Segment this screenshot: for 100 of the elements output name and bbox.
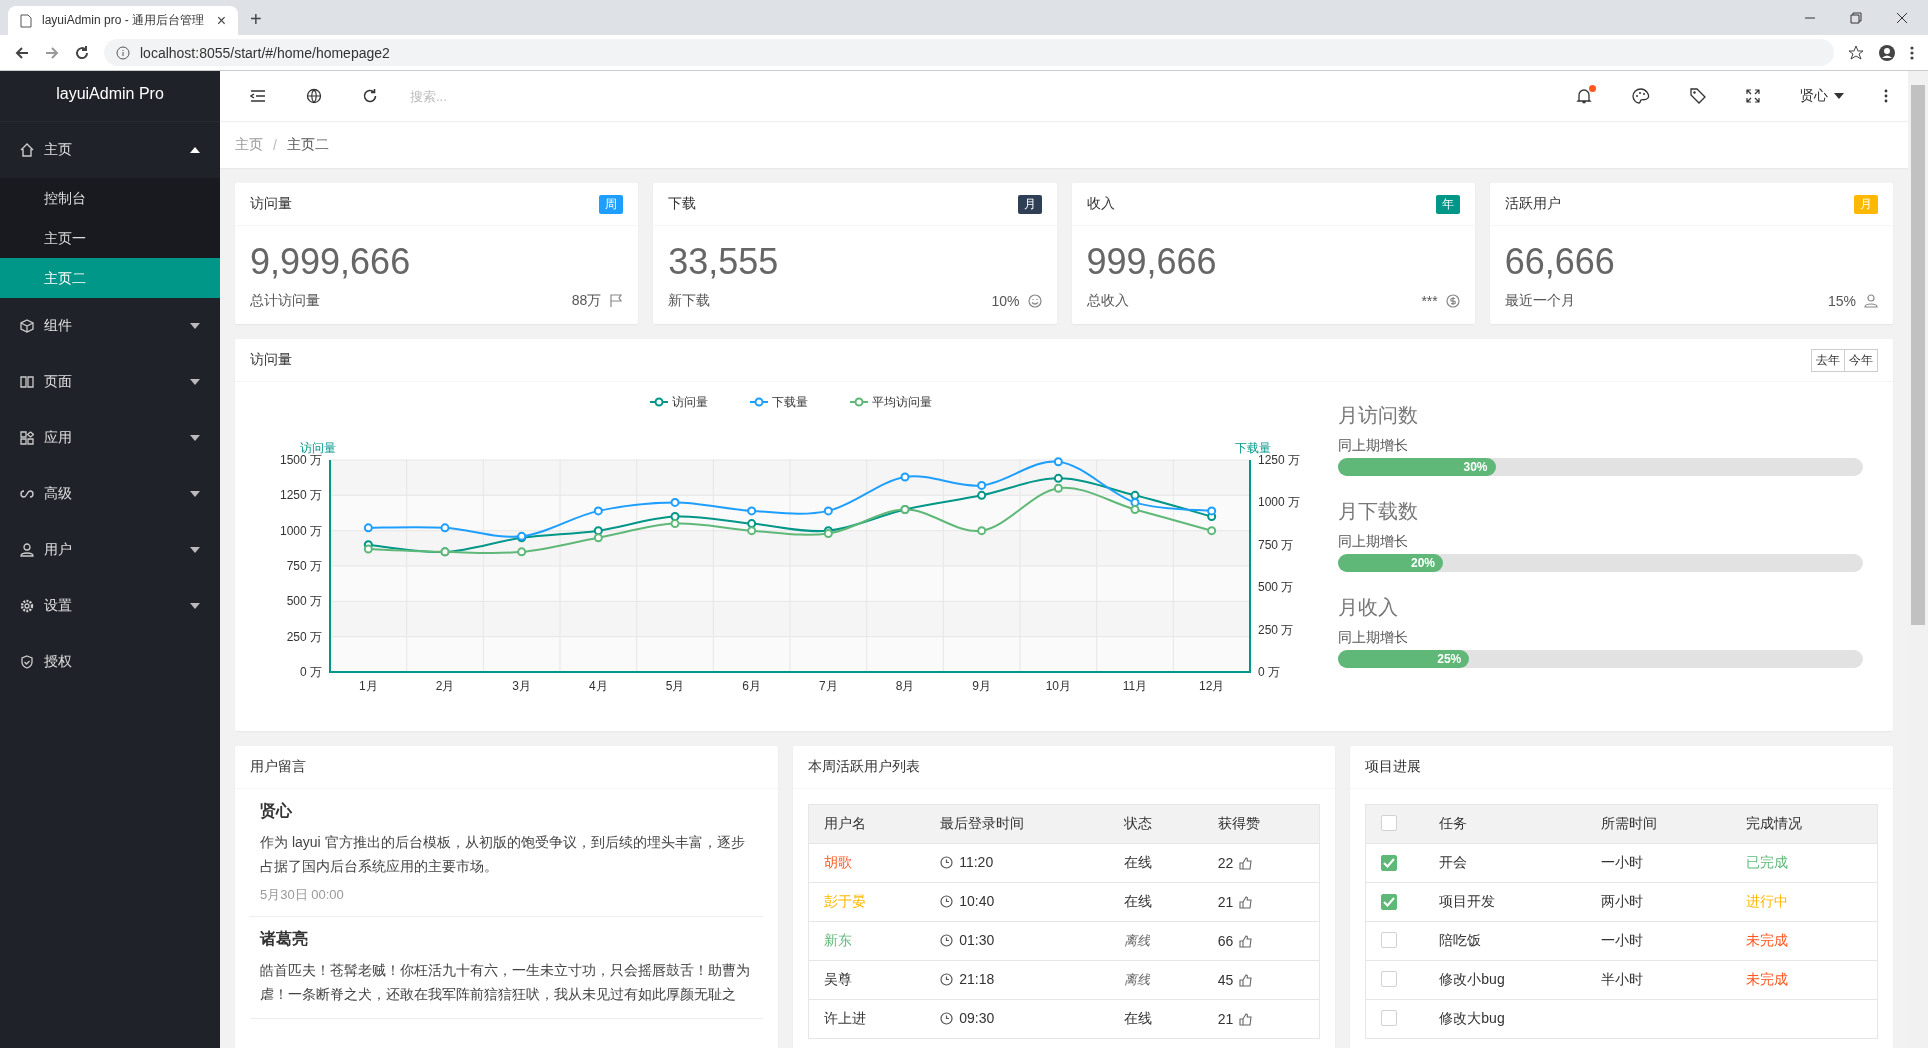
data-point xyxy=(363,544,373,554)
new-tab-button[interactable]: + xyxy=(250,8,262,31)
card-title: 活跃用户 xyxy=(1504,195,1561,213)
period-badge: 月 xyxy=(1017,194,1042,214)
account-icon[interactable] xyxy=(1878,43,1896,62)
year-button[interactable]: 今年 xyxy=(1844,348,1878,372)
user-status: 离线 xyxy=(1109,921,1203,961)
caret-icon xyxy=(1834,93,1844,99)
back-icon[interactable] xyxy=(14,44,30,61)
sidebar-item[interactable]: 用户 xyxy=(0,522,220,578)
sidebar-item[interactable]: 授权 xyxy=(0,634,220,690)
sidebar-item[interactable]: 应用 xyxy=(0,410,220,466)
row-checkbox[interactable] xyxy=(1381,855,1398,871)
task-duration: 半小时 xyxy=(1600,971,1643,987)
axis-tick-label: 1250 万 xyxy=(1258,453,1301,467)
refresh-icon[interactable] xyxy=(362,88,378,104)
user-menu[interactable]: 贤心 xyxy=(1800,87,1844,105)
user-name: 新东 xyxy=(808,921,926,961)
info-icon xyxy=(116,45,130,60)
period-badge: 周 xyxy=(599,194,624,214)
stat-caption: 新下载 xyxy=(668,292,711,310)
user-status: 在线 xyxy=(1109,843,1203,883)
task-status: 未完成 xyxy=(1746,932,1789,948)
axis-tick-label: 250 万 xyxy=(286,629,322,644)
breadcrumb-link[interactable]: 主页二 xyxy=(286,136,329,154)
page-icon xyxy=(20,13,32,28)
axis-tick-label: 500 万 xyxy=(286,594,322,609)
sidebar-item[interactable]: 页面 xyxy=(0,354,220,410)
task-status: 已完成 xyxy=(1746,854,1789,870)
sidebar-item[interactable]: 主页 xyxy=(0,122,220,178)
column-header: 用户名 xyxy=(808,804,926,844)
submenu-item[interactable]: 主页二 xyxy=(0,258,220,298)
close-icon[interactable] xyxy=(1896,11,1908,24)
message-text: 作为 layui 官方推出的后台模板，从初版的饱受争议，到后续的埋头丰富，逐步占据了国内后台系统应用的主要市场。 xyxy=(260,833,746,876)
axis-tick-label: 0 万 xyxy=(1258,665,1280,679)
sidebar-item[interactable]: 设置 xyxy=(0,578,220,634)
column-header: 状态 xyxy=(1109,804,1203,844)
more-icon[interactable] xyxy=(1910,44,1914,61)
fullscreen-icon[interactable] xyxy=(1746,89,1760,103)
clock-icon xyxy=(940,933,954,947)
user-status: 在线 xyxy=(1109,882,1203,922)
task-duration: 一小时 xyxy=(1600,854,1643,870)
select-all-checkbox[interactable] xyxy=(1381,814,1398,831)
task-status: 进行中 xyxy=(1746,893,1789,909)
scrollbar[interactable] xyxy=(1908,71,1928,1048)
sidebar-item[interactable]: 组件 xyxy=(0,298,220,354)
user-name: 吴尊 xyxy=(808,960,926,1000)
clock-icon xyxy=(940,1011,954,1025)
tag-icon[interactable] xyxy=(1690,88,1706,104)
globe-icon[interactable] xyxy=(306,88,322,104)
legend-item[interactable]: 下载量 xyxy=(749,395,808,409)
stat-value: 999,666 xyxy=(1086,240,1218,284)
legend-item[interactable]: 访问量 xyxy=(649,395,708,409)
task-name: 修改小bug xyxy=(1424,960,1586,1000)
year-button[interactable]: 去年 xyxy=(1811,348,1845,372)
row-checkbox[interactable] xyxy=(1381,931,1398,948)
browser-tab[interactable]: layuiAdmin pro - 通用后台管理 × xyxy=(8,6,238,35)
caret-icon xyxy=(190,379,200,385)
data-point xyxy=(517,547,527,557)
reload-icon[interactable] xyxy=(74,44,90,61)
progress-label: 同上期增长 xyxy=(1338,437,1409,455)
axis-tick-label: 1500 万 xyxy=(279,453,322,467)
restore-icon[interactable] xyxy=(1850,11,1862,24)
data-point xyxy=(1053,483,1063,493)
row-checkbox[interactable] xyxy=(1381,1009,1398,1026)
submenu-item[interactable]: 主页一 xyxy=(0,218,220,258)
bell-icon[interactable] xyxy=(1576,88,1592,104)
submenu-item[interactable]: 控制台 xyxy=(0,178,220,218)
caret-icon xyxy=(190,547,200,553)
legend-item[interactable]: 平均访问量 xyxy=(849,395,932,409)
task-duration: 一小时 xyxy=(1600,932,1643,948)
star-icon[interactable] xyxy=(1848,44,1864,61)
data-point xyxy=(823,506,833,516)
close-tab-button[interactable]: × xyxy=(216,11,226,30)
row-checkbox[interactable] xyxy=(1381,894,1398,910)
legend-label: 下载量 xyxy=(772,395,808,409)
stat-value: 9,999,666 xyxy=(250,240,412,284)
forward-icon[interactable] xyxy=(44,44,60,61)
address-field[interactable]: localhost:8055/start/#/home/homepage2 xyxy=(104,39,1834,66)
stat-change: 10% xyxy=(991,293,1020,309)
user-status: 在线 xyxy=(1109,999,1203,1039)
axis-tick-label: 1250 万 xyxy=(279,488,322,503)
axis-tick-label: 6月 xyxy=(742,679,761,692)
sidebar-item[interactable]: 高级 xyxy=(0,466,220,522)
user-name: 彭于晏 xyxy=(808,882,926,922)
stat-caption: 最近一个月 xyxy=(1504,292,1575,310)
data-point xyxy=(670,519,680,529)
column-header: 最后登录时间 xyxy=(925,804,1110,844)
like-count: 45 xyxy=(1217,972,1234,988)
data-point xyxy=(1130,504,1140,514)
row-checkbox[interactable] xyxy=(1381,970,1398,987)
axis-tick-label: 0 万 xyxy=(300,665,322,679)
palette-icon[interactable] xyxy=(1632,88,1650,104)
progress-label: 同上期增长 xyxy=(1338,533,1409,551)
column-header: 所需时间 xyxy=(1585,804,1732,844)
more-icon[interactable] xyxy=(1884,89,1888,103)
data-point xyxy=(593,533,603,543)
axis-title: 下载量 xyxy=(1235,441,1271,455)
login-time: 09:30 xyxy=(959,1010,995,1027)
data-point xyxy=(1207,506,1217,516)
